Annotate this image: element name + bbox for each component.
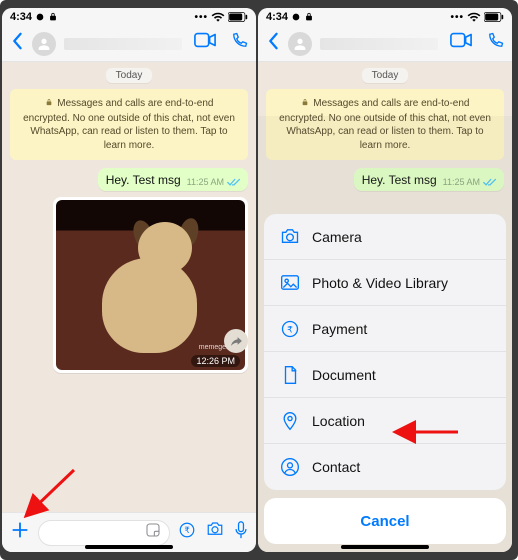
forward-button[interactable] [224,329,248,353]
e2e-text: Messages and calls are end-to-end encryp… [23,98,235,151]
rupee-icon: ₹ [280,319,300,339]
sheet-item-label: Photo & Video Library [312,275,448,291]
photo-icon [280,274,300,291]
contact-name[interactable] [320,38,438,50]
svg-text:₹: ₹ [287,324,293,334]
chat-area[interactable]: Today Messages and calls are end-to-end … [2,62,256,512]
sheet-item-label: Document [312,367,376,383]
lock-small-icon [301,98,309,112]
day-pill: Today [362,68,409,83]
svg-text:₹: ₹ [184,526,189,535]
screenshot-left: 4:34 ••• [2,8,256,552]
cancel-label: Cancel [360,513,409,530]
lock-icon [304,12,314,22]
sheet-item-library[interactable]: Photo & Video Library [264,260,506,306]
sheet-item-label: Camera [312,229,362,245]
video-call-button[interactable] [450,32,472,55]
mic-icon[interactable] [234,521,248,544]
alarm-icon [35,12,45,22]
status-bar: 4:34 ••• [2,8,256,26]
cancel-button[interactable]: Cancel [264,498,506,544]
status-time: 4:34 [10,11,32,23]
sheet-item-document[interactable]: Document [264,352,506,398]
sheet-item-contact[interactable]: Contact [264,444,506,490]
e2e-notice[interactable]: Messages and calls are end-to-end encryp… [10,89,248,160]
home-indicator [85,545,173,549]
message-text: Hey. Test msg [106,173,181,187]
message-time: 11:25 AM [187,177,224,187]
camera-icon[interactable] [206,521,224,544]
attach-button[interactable] [10,520,30,545]
status-time: 4:34 [266,11,288,23]
message-bubble[interactable]: Hey. Test msg 11:25 AM [98,168,248,191]
image-message[interactable]: memegenerat 12:26 PM [53,197,248,373]
image-time: 12:26 PM [191,355,240,367]
sheet-item-label: Location [312,413,365,429]
lock-small-icon [45,98,53,112]
chat-header [2,26,256,62]
avatar[interactable] [32,32,56,56]
back-button[interactable] [10,32,24,55]
sheet-item-location[interactable]: Location [264,398,506,444]
status-bar: 4:34 ••• [258,8,512,26]
contact-name[interactable] [64,38,182,50]
sheet-item-camera[interactable]: Camera [264,214,506,260]
document-icon [280,365,300,385]
dots-icon: ••• [450,12,464,23]
alarm-icon [291,12,301,22]
voice-call-button[interactable] [486,32,504,55]
battery-icon [484,12,504,22]
sheet-item-label: Contact [312,459,360,475]
dots-icon: ••• [194,12,208,23]
battery-icon [228,12,248,22]
sheet-item-label: Payment [312,321,367,337]
avatar[interactable] [288,32,312,56]
sticker-icon[interactable] [145,522,161,543]
action-sheet: Camera Photo & Video Library ₹ Payment D… [264,214,506,544]
contact-icon [280,457,300,477]
back-button[interactable] [266,32,280,55]
payment-icon[interactable]: ₹ [178,521,196,544]
location-icon [280,411,300,431]
read-check-icon [227,178,241,187]
voice-call-button[interactable] [230,32,248,55]
video-call-button[interactable] [194,32,216,55]
wifi-icon [467,12,481,22]
lock-icon [48,12,58,22]
home-indicator [341,545,429,549]
sheet-item-payment[interactable]: ₹ Payment [264,306,506,352]
message-input[interactable] [38,520,170,546]
screenshot-right: 4:34 ••• [258,8,512,552]
chat-header [258,26,512,62]
camera-icon [280,228,300,245]
wifi-icon [211,12,225,22]
day-pill: Today [106,68,153,83]
